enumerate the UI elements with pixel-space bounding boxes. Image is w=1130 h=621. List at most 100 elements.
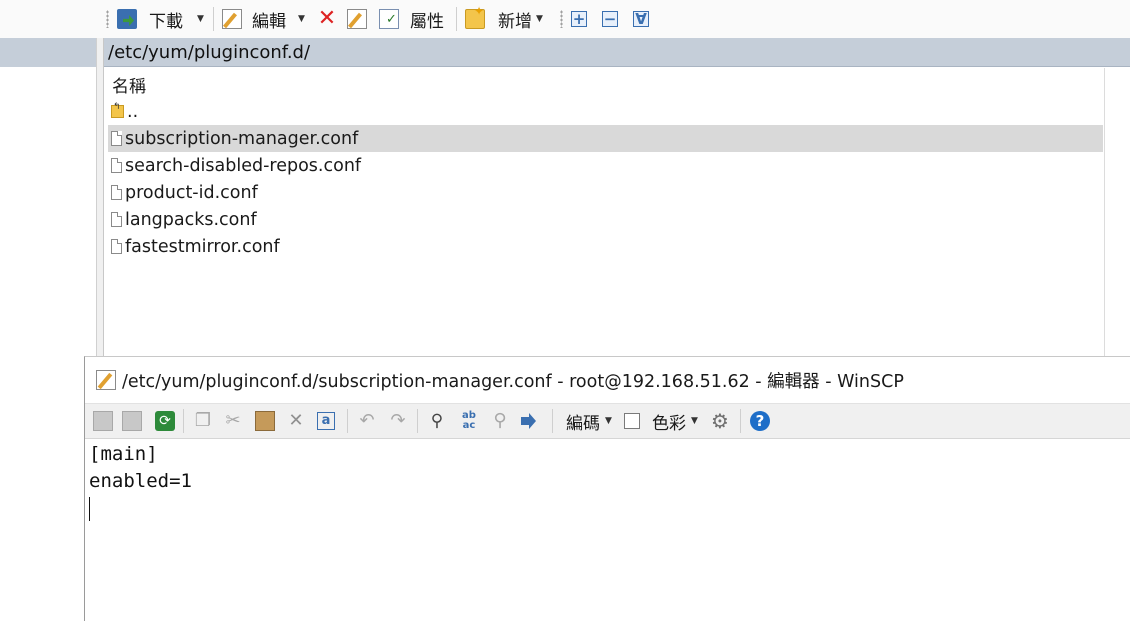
rename-icon [347, 9, 367, 29]
encoding-button[interactable]: 編碼 ▼ [566, 408, 612, 434]
replace-button[interactable]: ab ac [459, 408, 479, 434]
encoding-label: 編碼 [566, 413, 600, 434]
undo-button[interactable]: ↶ [357, 408, 377, 434]
gear-icon: ⚙ [711, 409, 729, 433]
local-pane[interactable] [0, 38, 97, 620]
find-button[interactable]: ⚲ [427, 408, 447, 434]
new-button[interactable]: 新增 ▼ [465, 4, 543, 32]
redo-icon: ↷ [390, 410, 406, 431]
file-row[interactable]: subscription-manager.conf [108, 125, 1103, 152]
editor-toolbar: ⟳ ❐ ✂ ✕ a ↶ ↷ ⚲ ab ac ⚲ 編碼 ▼ 色彩 ▼ ⚙ ? [85, 403, 1130, 439]
file-name: search-disabled-repos.conf [125, 155, 362, 176]
color-dropdown-arrow: ▼ [691, 416, 698, 426]
refresh-icon: ⟳ [155, 411, 175, 431]
save-icon [93, 411, 113, 431]
binoculars-icon: ⚲ [430, 411, 444, 431]
delete-icon: ✕ [288, 410, 304, 431]
select-all-button[interactable]: ∀ [633, 6, 649, 32]
file-name: langpacks.conf [125, 209, 257, 230]
file-row[interactable]: search-disabled-repos.conf [108, 152, 1103, 179]
preferences-button[interactable]: ⚙ [710, 408, 730, 434]
new-dropdown-arrow[interactable]: ▼ [536, 14, 543, 24]
rename-button[interactable] [347, 6, 367, 32]
text-caret [89, 497, 90, 521]
toolbar-separator [456, 7, 457, 31]
toolbar-separator [740, 409, 741, 433]
toolbar-separator [213, 7, 214, 31]
file-icon [111, 158, 122, 173]
editor-window[interactable]: /etc/yum/pluginconf.d/subscription-manag… [84, 356, 1130, 621]
parent-directory-row[interactable]: .. [108, 98, 1103, 125]
color-checkbox[interactable] [624, 408, 640, 434]
unselect-files-button[interactable]: − [602, 6, 618, 32]
reload-button[interactable]: ⟳ [155, 408, 175, 434]
file-icon [111, 212, 122, 227]
encoding-dropdown-arrow: ▼ [605, 416, 612, 426]
download-icon [117, 9, 137, 29]
toolbar-separator [347, 409, 348, 433]
toolbar-grip[interactable] [560, 10, 563, 28]
remote-file-list[interactable]: 名稱 .. subscription-manager.conf search-d… [104, 68, 1105, 358]
file-name: .. [127, 101, 139, 122]
go-to-line-button[interactable] [521, 408, 541, 434]
plus-icon: + [571, 10, 587, 28]
file-name: fastestmirror.conf [125, 236, 280, 257]
remote-path-text: /etc/yum/pluginconf.d/ [108, 41, 311, 63]
toolbar-separator [552, 409, 553, 433]
edit-label: 編輯 [252, 11, 286, 32]
new-folder-icon [465, 4, 485, 29]
properties-label: 屬性 [410, 11, 444, 32]
color-button[interactable]: 色彩 ▼ [652, 408, 698, 434]
go-to-line-icon [521, 413, 536, 429]
new-label: 新增 [498, 11, 532, 32]
download-dropdown-arrow[interactable]: ▼ [197, 14, 204, 24]
copy-button[interactable]: ❐ [193, 408, 213, 434]
toolbar-separator [183, 409, 184, 433]
select-files-button[interactable]: + [571, 6, 587, 32]
file-icon [111, 239, 122, 254]
toolbar-grip[interactable] [106, 10, 109, 28]
undo-icon: ↶ [359, 410, 375, 431]
toolbar-separator [417, 409, 418, 433]
color-label: 色彩 [652, 413, 686, 434]
find-next-icon: ⚲ [493, 410, 507, 431]
delete-button[interactable]: ✕ [317, 6, 337, 32]
file-row[interactable]: product-id.conf [108, 179, 1103, 206]
editor-text-area[interactable]: [main] enabled=1 [89, 441, 192, 495]
help-icon: ? [750, 411, 770, 431]
edit-button[interactable]: 編輯 ▼ [222, 6, 305, 32]
cut-icon: ✂ [225, 410, 241, 431]
text-line: [main] [89, 443, 158, 465]
paste-button[interactable] [255, 408, 275, 434]
file-name: subscription-manager.conf [125, 128, 359, 149]
find-next-button[interactable]: ⚲ [490, 408, 510, 434]
copy-icon: ❐ [194, 410, 212, 431]
save-button[interactable] [93, 408, 113, 434]
select-all-icon: a [317, 412, 335, 430]
file-row[interactable]: fastestmirror.conf [108, 233, 1103, 260]
remote-path-bar[interactable]: /etc/yum/pluginconf.d/ [104, 38, 1130, 67]
editor-title-text: /etc/yum/pluginconf.d/subscription-manag… [122, 371, 904, 392]
file-row[interactable]: langpacks.conf [108, 206, 1103, 233]
text-line: enabled=1 [89, 470, 192, 492]
cut-button[interactable]: ✂ [223, 408, 243, 434]
select-all-icon: ∀ [633, 11, 649, 27]
editor-app-icon [96, 370, 116, 390]
editor-title-bar[interactable]: /etc/yum/pluginconf.d/subscription-manag… [85, 357, 1130, 403]
select-all-text-button[interactable]: a [317, 408, 335, 434]
edit-icon [222, 9, 242, 29]
save-as-button[interactable] [122, 408, 142, 434]
download-label: 下載 [149, 11, 183, 32]
delete-text-button[interactable]: ✕ [286, 408, 306, 434]
local-path-bar [0, 38, 96, 67]
properties-button[interactable]: 屬性 [379, 6, 444, 32]
download-button[interactable]: 下載 ▼ [117, 6, 204, 32]
column-header-name[interactable]: 名稱 [112, 72, 146, 97]
help-button[interactable]: ? [750, 408, 770, 434]
redo-button[interactable]: ↷ [388, 408, 408, 434]
edit-dropdown-arrow[interactable]: ▼ [298, 14, 305, 24]
file-name: product-id.conf [125, 182, 258, 203]
properties-icon [379, 9, 399, 29]
parent-directory-icon [111, 102, 124, 118]
save-as-icon [122, 411, 142, 431]
